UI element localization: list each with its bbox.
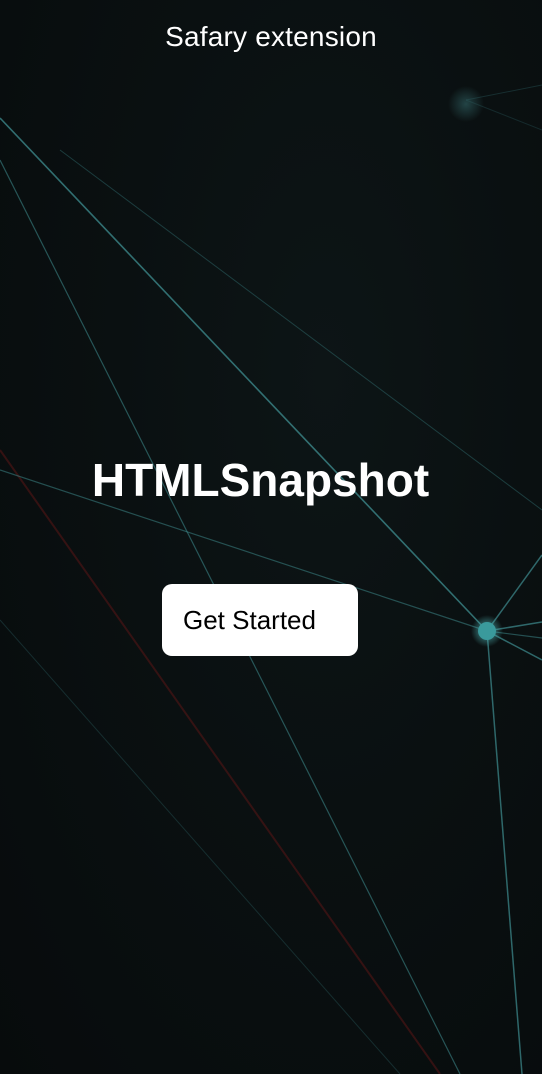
red-streak-line [0,449,441,1074]
network-node [478,622,496,640]
page-title: Safary extension [165,21,377,52]
onboarding-screen: Safary extension HTMLSnapshot Get Starte… [0,0,542,1074]
network-background [0,84,542,1074]
get-started-button[interactable]: Get Started [162,584,358,656]
app-name-heading: HTMLSnapshot [91,454,430,506]
network-line [486,630,523,1074]
network-line [0,619,401,1074]
network-node-glow [448,86,484,122]
